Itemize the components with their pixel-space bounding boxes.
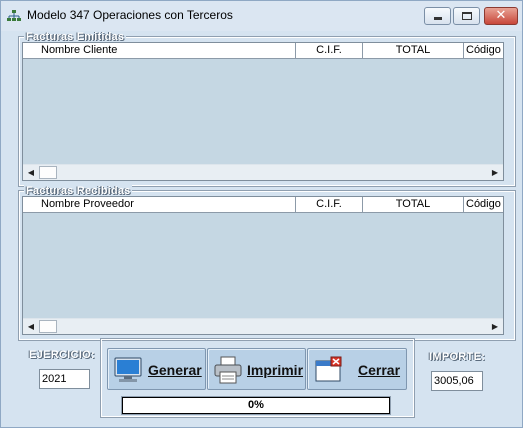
importe-field: 3005,06 <box>431 371 483 391</box>
horizontal-scrollbar[interactable]: ◀ ▶ <box>23 164 503 180</box>
progress-bar: 0% <box>121 396 391 415</box>
column-total[interactable]: TOTAL <box>363 197 464 213</box>
column-codigo[interactable]: Código <box>464 197 503 213</box>
scroll-thumb[interactable] <box>39 320 57 333</box>
minimize-icon <box>434 17 442 20</box>
grid-header: Nombre Cliente C.I.F. TOTAL Código <box>23 43 503 59</box>
column-nombre-proveedor[interactable]: Nombre Proveedor <box>23 197 296 213</box>
imprimir-button[interactable]: Imprimir <box>207 348 306 390</box>
imprimir-label: Imprimir <box>247 362 304 378</box>
printer-icon <box>214 356 242 384</box>
column-codigo[interactable]: Código <box>464 43 503 59</box>
minimize-button[interactable] <box>424 7 451 25</box>
grid-header: Nombre Proveedor C.I.F. TOTAL Código <box>23 197 503 213</box>
scroll-left-icon[interactable]: ◀ <box>23 319 39 334</box>
column-cif[interactable]: C.I.F. <box>296 43 363 59</box>
ejercicio-input[interactable]: 2021 <box>39 369 90 389</box>
scroll-thumb[interactable] <box>39 166 57 179</box>
maximize-icon <box>462 12 472 20</box>
ejercicio-label: EJERCICIO: <box>29 349 95 361</box>
client-area: Facturas Emitidas Nombre Cliente C.I.F. … <box>9 31 516 421</box>
cerrar-label: Cerrar <box>358 362 401 378</box>
window-close-icon <box>315 356 342 382</box>
scroll-right-icon[interactable]: ▶ <box>487 165 503 180</box>
facturas-recibidas-grid[interactable]: Nombre Proveedor C.I.F. TOTAL Código ◀ ▶ <box>22 196 504 335</box>
facturas-recibidas-group: Facturas Recibidas Nombre Proveedor C.I.… <box>18 185 516 341</box>
title-bar[interactable]: Modelo 347 Operaciones con Terceros ✕ <box>1 1 522 31</box>
scroll-left-icon[interactable]: ◀ <box>23 165 39 180</box>
facturas-emitidas-group: Facturas Emitidas Nombre Cliente C.I.F. … <box>18 31 516 187</box>
close-window-button[interactable]: ✕ <box>484 7 518 25</box>
facturas-emitidas-grid[interactable]: Nombre Cliente C.I.F. TOTAL Código ◀ ▶ <box>22 42 504 181</box>
action-panel: Generar Imprimir Cerrar 0% <box>100 338 415 418</box>
horizontal-scrollbar[interactable]: ◀ ▶ <box>23 318 503 334</box>
column-total[interactable]: TOTAL <box>363 43 464 59</box>
generar-label: Generar <box>148 362 202 378</box>
generar-button[interactable]: Generar <box>107 348 206 390</box>
column-nombre-cliente[interactable]: Nombre Cliente <box>23 43 296 59</box>
main-window: Modelo 347 Operaciones con Terceros ✕ Fa… <box>0 0 523 428</box>
maximize-button[interactable] <box>453 7 480 25</box>
scroll-right-icon[interactable]: ▶ <box>487 319 503 334</box>
column-cif[interactable]: C.I.F. <box>296 197 363 213</box>
network-icon <box>7 10 21 21</box>
importe-label: IMPORTE: <box>429 351 486 363</box>
monitor-icon <box>114 357 142 382</box>
cerrar-button[interactable]: Cerrar <box>307 348 407 390</box>
window-title: Modelo 347 Operaciones con Terceros <box>27 8 233 22</box>
close-icon: ✕ <box>495 8 507 23</box>
